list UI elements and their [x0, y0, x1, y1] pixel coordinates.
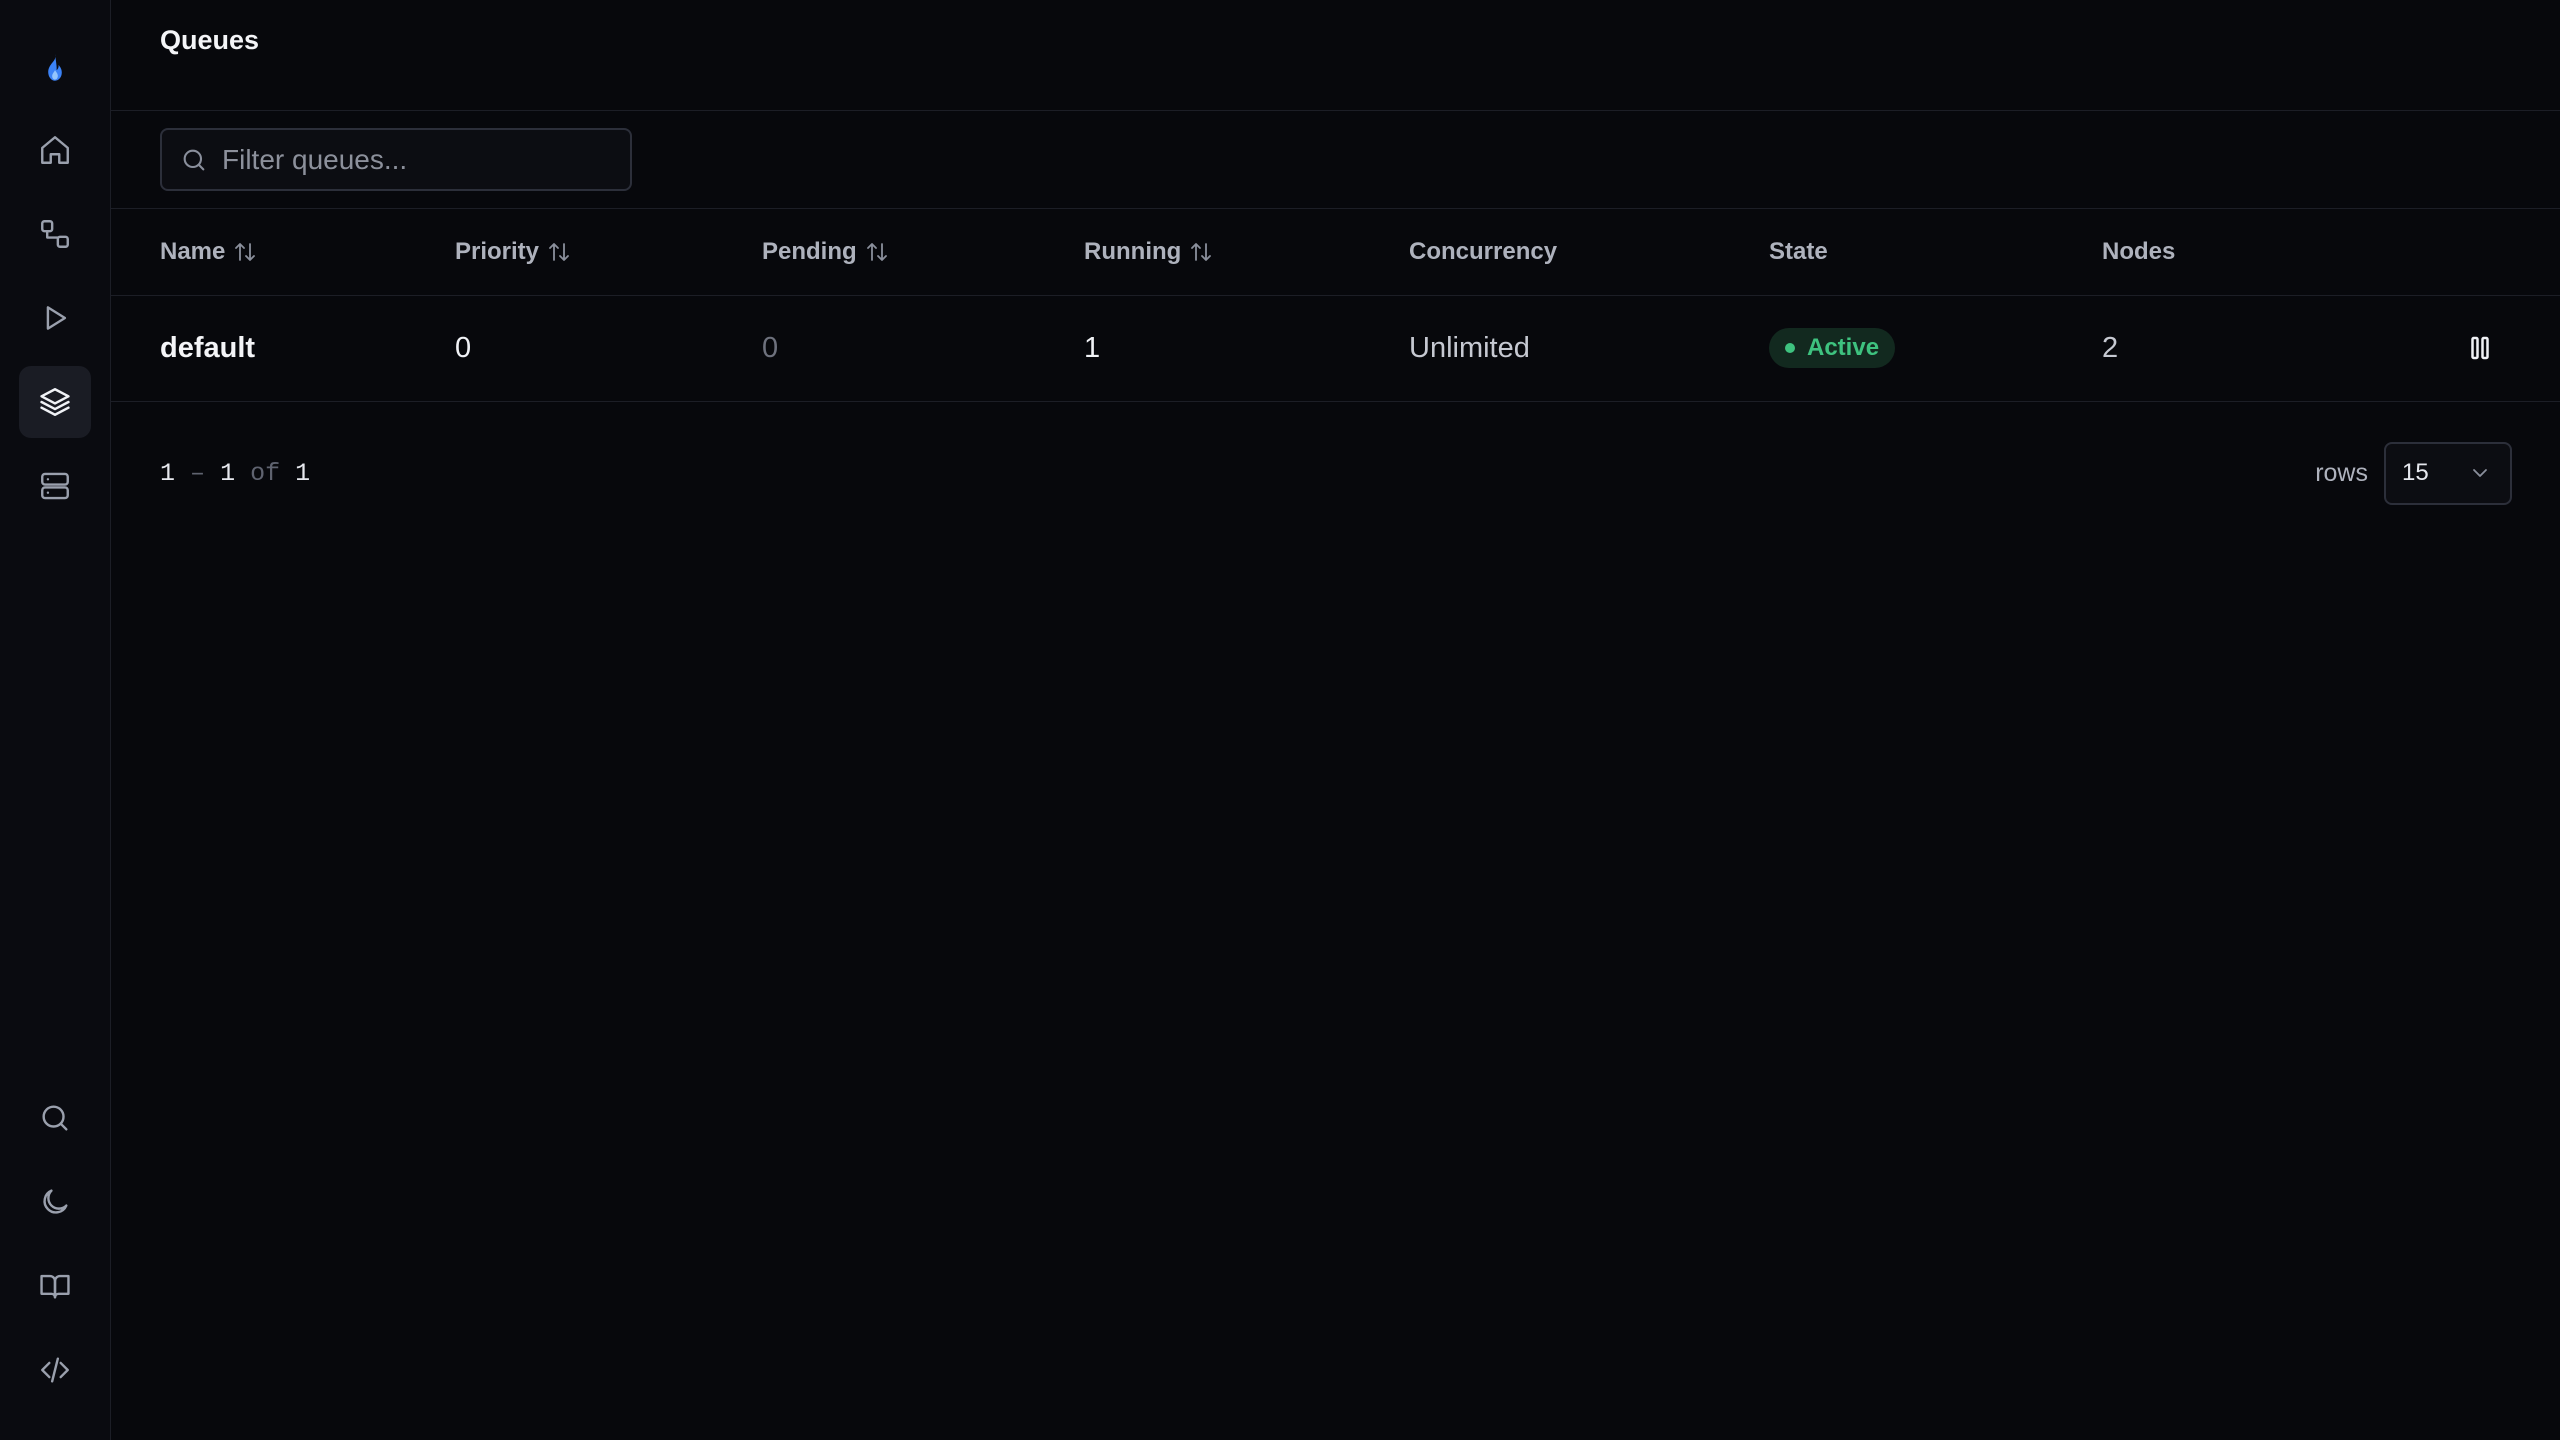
nav-queues[interactable]: [19, 366, 91, 438]
page-header: Queues: [111, 0, 2560, 111]
cell-priority: 0: [455, 331, 472, 364]
queues-table: Name Priority Pending Running Concurrenc…: [111, 209, 2560, 402]
status-dot: [1785, 343, 1795, 353]
rows-per-page-select[interactable]: 15: [2384, 441, 2512, 505]
column-label: Priority: [455, 237, 540, 265]
column-header-nodes: Nodes: [2102, 209, 2432, 295]
layers-icon: [40, 388, 70, 416]
sort-icon: [1191, 243, 1212, 262]
column-label: Nodes: [2102, 237, 2176, 265]
column-header-actions: [2432, 209, 2560, 295]
nav-home[interactable]: [19, 114, 91, 186]
column-label: Name: [160, 237, 226, 265]
rows-per-page: rows 15: [2315, 441, 2512, 505]
status-badge: Active: [1769, 328, 1896, 368]
pagination-range: 1 – 1 of 1: [160, 459, 310, 488]
app-root: Queues Name Priority: [0, 0, 2560, 1440]
cell-name: default: [111, 295, 455, 401]
code-icon: [41, 1357, 69, 1383]
page-title: Queues: [160, 24, 260, 55]
range-of: of: [250, 458, 281, 488]
column-header-state: State: [1769, 209, 2102, 295]
column-header-priority[interactable]: Priority: [455, 209, 762, 295]
sidebar: [0, 0, 111, 1440]
flame-logo-icon[interactable]: [27, 36, 83, 100]
play-icon: [46, 306, 67, 330]
filter-queues-input[interactable]: [222, 143, 602, 176]
pagination: 1 – 1 of 1 rows 15: [111, 402, 2560, 505]
pause-icon: [2471, 336, 2489, 360]
cell-running: 1: [1084, 331, 1101, 364]
cell-state: Active: [1769, 295, 2102, 401]
book-icon: [40, 1274, 70, 1299]
pause-queue-button[interactable]: [2462, 330, 2498, 366]
sort-icon: [235, 243, 256, 262]
nav-workflows[interactable]: [19, 198, 91, 270]
nav-nodes[interactable]: [19, 450, 91, 522]
nav-theme[interactable]: [19, 1166, 91, 1238]
cell-actions: [2432, 295, 2560, 401]
queue-name[interactable]: default: [160, 332, 255, 364]
nav-runs[interactable]: [19, 282, 91, 354]
column-header-running[interactable]: Running: [1084, 209, 1409, 295]
main-content: Queues Name Priority: [111, 0, 2560, 1440]
rows-value: 15: [2402, 459, 2429, 486]
nav-search[interactable]: [19, 1082, 91, 1154]
search-icon: [42, 1105, 68, 1131]
moon-icon: [43, 1189, 68, 1214]
sort-icon: [866, 243, 887, 262]
rows-label: rows: [2315, 458, 2368, 487]
table-row[interactable]: default 0 0 1 Unlimited Active 2: [111, 295, 2560, 401]
status-label: Active: [1807, 334, 1880, 361]
column-header-concurrency: Concurrency: [1409, 209, 1769, 295]
nav-docs[interactable]: [19, 1250, 91, 1322]
home-icon: [41, 136, 69, 164]
table-header-row: Name Priority Pending Running Concurrenc…: [111, 209, 2560, 295]
cell-pending: 0: [762, 331, 779, 364]
cell-nodes: 2: [2102, 331, 2119, 364]
range-start: 1: [160, 458, 176, 488]
column-label: Running: [1084, 237, 1182, 265]
range-separator: –: [190, 458, 206, 488]
sort-icon: [549, 243, 569, 262]
column-label: State: [1769, 237, 1828, 265]
chevron-down-icon: [2473, 469, 2487, 477]
sidebar-top: [19, 36, 91, 534]
filter-box: [160, 128, 632, 191]
column-label: Concurrency: [1409, 237, 1558, 265]
column-label: Pending: [762, 237, 857, 265]
column-header-pending[interactable]: Pending: [762, 209, 1084, 295]
cell-concurrency: Unlimited: [1409, 331, 1530, 364]
workflow-icon: [41, 220, 69, 248]
column-header-name[interactable]: Name: [111, 209, 455, 295]
search-icon: [183, 149, 205, 170]
range-end: 1: [220, 458, 236, 488]
sidebar-bottom: [19, 1082, 91, 1418]
nav-api[interactable]: [19, 1334, 91, 1406]
server-icon: [41, 472, 69, 500]
range-total: 1: [295, 458, 311, 488]
toolbar: [111, 111, 2560, 209]
